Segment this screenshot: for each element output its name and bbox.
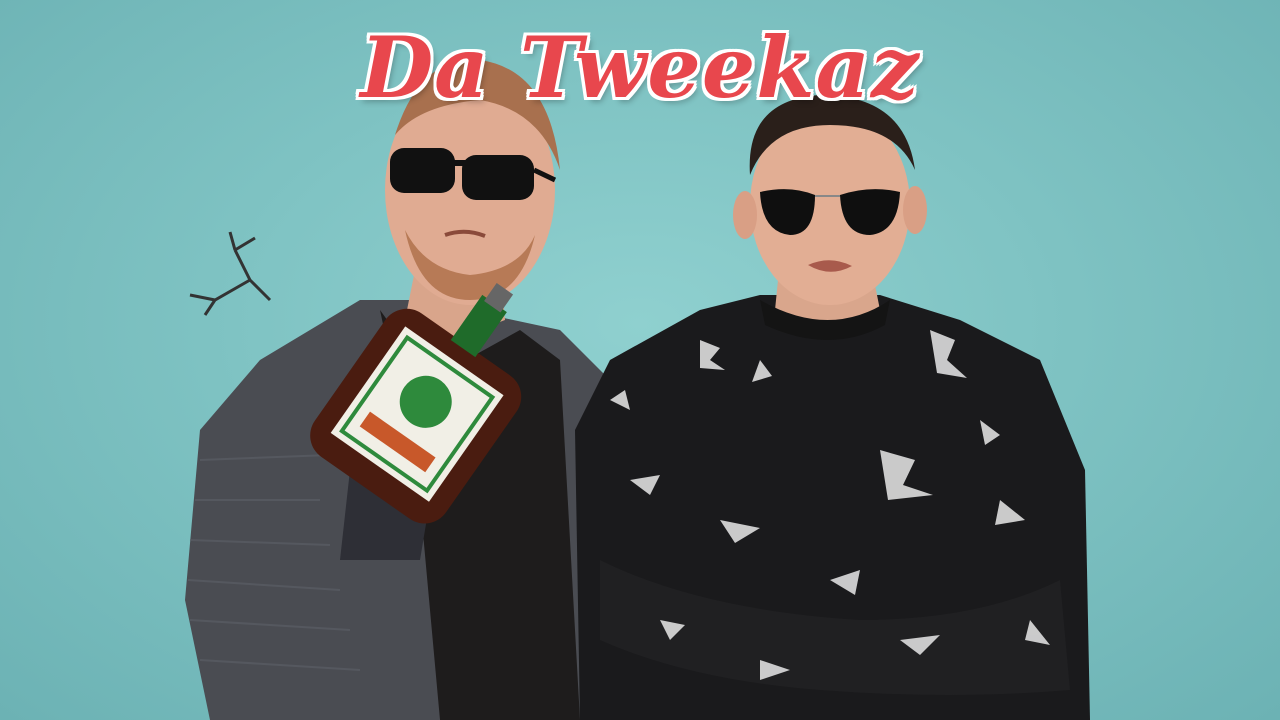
antler-stopper bbox=[189, 231, 272, 316]
right-person bbox=[575, 95, 1090, 720]
video-thumbnail: Da Tweekaz bbox=[0, 0, 1280, 720]
title-text: Da Tweekaz bbox=[360, 18, 920, 117]
